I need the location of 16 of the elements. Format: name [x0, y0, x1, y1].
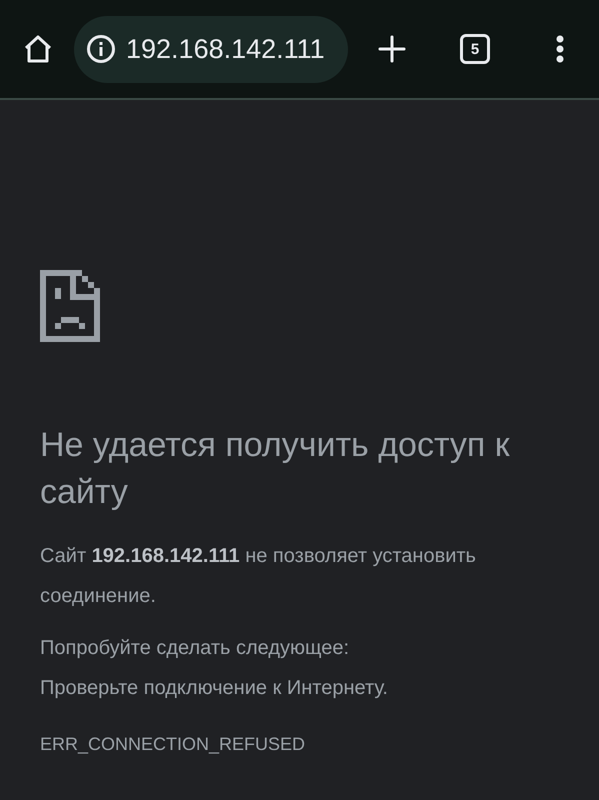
suggestion-text: Проверьте подключение к Интернету. [40, 676, 389, 701]
url-text: 192.168.142.111 [126, 34, 325, 64]
tab-count-button[interactable]: 5 [460, 34, 490, 64]
sad-page-icon [40, 270, 100, 342]
home-icon [22, 33, 54, 65]
error-code: ERR_CONNECTION_REFUSED [40, 734, 306, 755]
address-bar[interactable]: 192.168.142.111 [74, 16, 348, 82]
error-title: Не удается получить доступ к сайту [40, 425, 511, 513]
error-message: Сайт 192.168.142.111 не позволяет установить соединение. [40, 544, 477, 609]
home-button[interactable] [22, 33, 54, 65]
new-tab-button[interactable] [378, 35, 406, 63]
menu-icon [556, 35, 564, 63]
info-icon [86, 34, 116, 64]
plus-icon [378, 35, 406, 63]
suggestions-heading: Попробуйте сделать следующее: [40, 636, 350, 661]
menu-button[interactable] [556, 35, 564, 63]
